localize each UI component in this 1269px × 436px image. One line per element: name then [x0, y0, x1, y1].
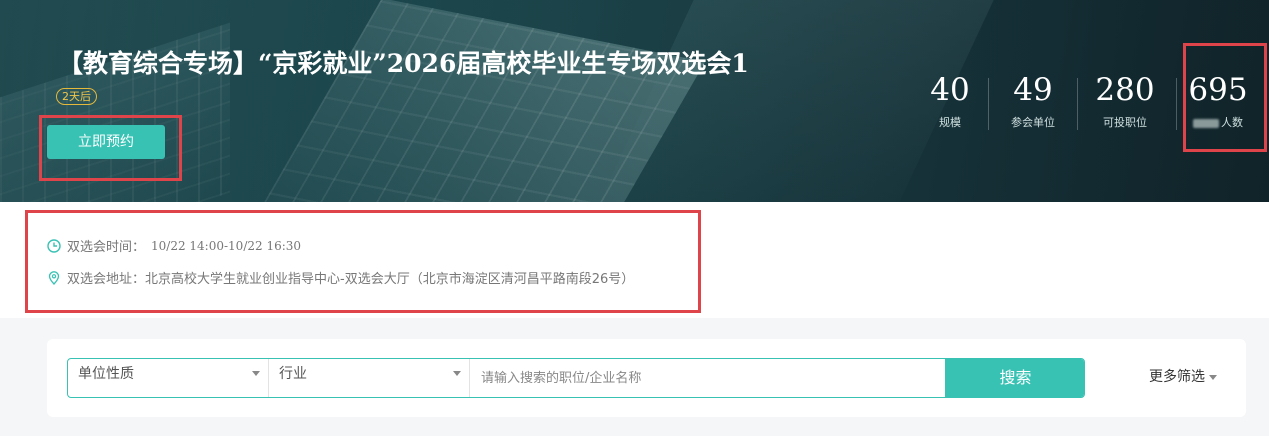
- countdown-badge: 2天后: [56, 88, 97, 105]
- industry-select-label: 行业: [279, 366, 307, 382]
- highlight-box-people-stat: [1183, 43, 1267, 152]
- highlight-box-book-button: [39, 115, 182, 181]
- stat-scale: 40 规模: [905, 70, 995, 130]
- stat-divider: [1077, 78, 1078, 130]
- stat-positions: 280 可投职位: [1081, 70, 1169, 130]
- stat-companies-label: 参会单位: [1011, 116, 1055, 129]
- unit-type-select-label: 单位性质: [78, 366, 134, 382]
- stat-divider: [1176, 78, 1177, 130]
- event-title: 【教育综合专场】“京彩就业”2026届高校毕业生专场双选会1: [58, 49, 749, 78]
- search-bar: 单位性质 行业 搜索: [67, 358, 1085, 398]
- chevron-down-icon: [1209, 374, 1217, 380]
- search-button[interactable]: 搜索: [945, 359, 1084, 397]
- stat-companies: 49 参会单位: [989, 70, 1077, 130]
- more-filters-toggle[interactable]: 更多筛选: [1149, 366, 1217, 386]
- stat-positions-label: 可投职位: [1103, 116, 1147, 129]
- search-panel: 单位性质 行业 搜索 更多筛选: [47, 339, 1246, 417]
- event-banner: 【教育综合专场】“京彩就业”2026届高校毕业生专场双选会1 2天后 立即预约 …: [0, 0, 1269, 202]
- highlight-box-event-info: [25, 210, 701, 313]
- stat-scale-label: 规模: [939, 116, 961, 129]
- search-input[interactable]: [471, 359, 945, 397]
- more-filters-label: 更多筛选: [1149, 369, 1205, 385]
- stat-positions-value: 280: [1095, 72, 1155, 108]
- chevron-down-icon: [453, 371, 461, 376]
- banner-overlay: [0, 0, 1269, 202]
- stat-scale-value: 40: [930, 72, 970, 108]
- chevron-down-icon: [252, 371, 260, 376]
- unit-type-select[interactable]: 单位性质: [68, 359, 269, 397]
- industry-select[interactable]: 行业: [269, 359, 470, 397]
- stat-companies-value: 49: [1013, 72, 1053, 108]
